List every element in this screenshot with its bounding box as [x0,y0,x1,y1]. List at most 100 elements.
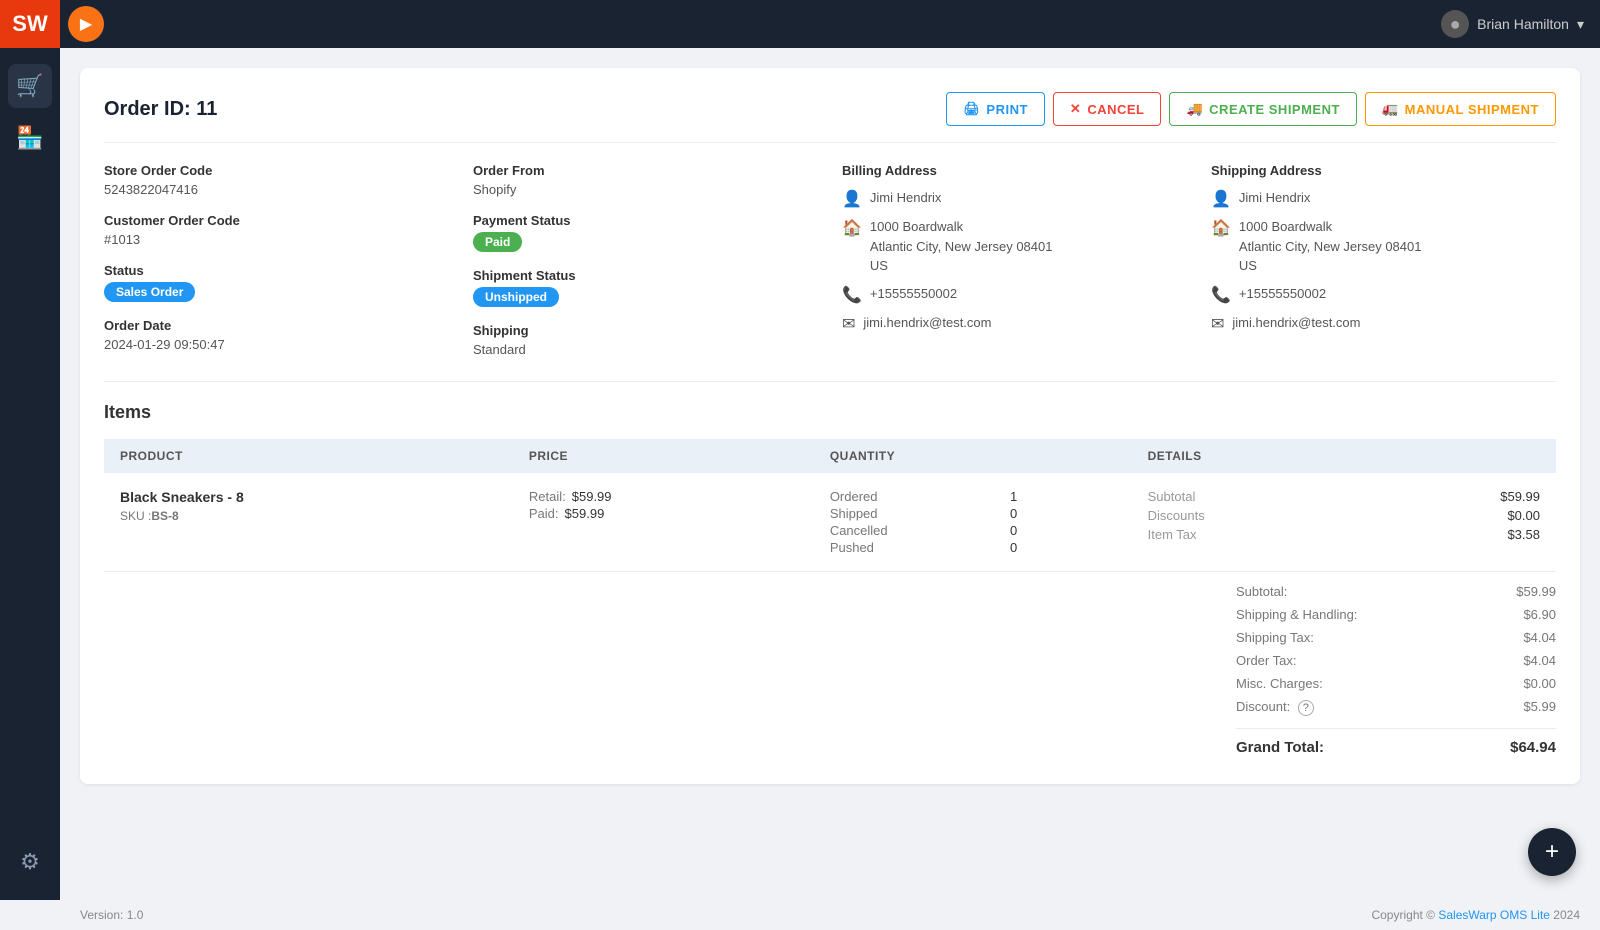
sidebar-item-orders[interactable]: 🛒 [8,64,52,108]
discount-help-icon[interactable]: ? [1298,700,1314,716]
create-shipment-icon: 🚚 [1186,101,1203,117]
print-button[interactable]: 🖨 PRINT [946,92,1045,126]
manual-shipment-button[interactable]: 🚛 MANUAL SHIPMENT [1365,92,1556,126]
section-divider [104,381,1556,382]
manual-shipment-label: MANUAL SHIPMENT [1405,102,1539,117]
col-quantity: QUANTITY [814,439,1132,473]
shipping-value: Standard [473,342,818,357]
item-tax-value: $3.58 [1507,527,1540,542]
paid-label: Paid: [529,506,559,521]
ordered-label: Ordered [830,489,986,504]
user-menu[interactable]: ● Brian Hamilton ▾ [1441,10,1584,38]
items-section: Items PRODUCT PRICE QUANTITY DETAILS Bla… [104,402,1556,760]
grand-total-value: $64.94 [1510,739,1556,756]
store-icon: 🏪 [16,125,43,151]
cancel-button[interactable]: ✕ CANCEL [1053,92,1162,126]
fab-icon: + [1545,838,1559,866]
order-from-value: Shopify [473,182,818,197]
product-name: Black Sneakers - 8 [120,489,497,505]
navbar-left: SW ▶ [0,0,104,48]
product-cell: Black Sneakers - 8 SKU :BS-8 [104,473,513,572]
user-chevron-icon: ▾ [1577,16,1584,33]
footer: Version: 1.0 Copyright © SalesWarp OMS L… [60,900,1600,930]
totals-order-tax-value: $4.04 [1523,653,1556,668]
price-cell: Retail: $59.99 Paid: $59.99 [513,473,814,572]
shipping-email-icon: ✉ [1211,314,1224,334]
totals-order-tax-label: Order Tax: [1236,653,1296,668]
sidebar-toggle[interactable]: ▶ [68,6,104,42]
ordered-value: 1 [1010,489,1116,504]
items-table-header: PRODUCT PRICE QUANTITY DETAILS [104,439,1556,473]
sidebar-item-settings[interactable]: ⚙ [8,840,52,884]
subtotal-value: $59.99 [1500,489,1540,504]
totals-discount-value: $5.99 [1523,699,1556,716]
copyright-text: Copyright © SalesWarp OMS Lite 2024 [1371,908,1580,922]
totals-subtotal-label: Subtotal: [1236,584,1287,599]
logo-text: SW [12,11,47,37]
shipping-address-section: Shipping Address 👤 Jimi Hendrix 🏠 1000 B… [1211,163,1556,357]
totals-discount-row: Discount: ? $5.99 [1236,695,1556,720]
totals-subtotal-row: Subtotal: $59.99 [1236,580,1556,603]
fab-button[interactable]: + [1528,828,1576,876]
discounts-value: $0.00 [1507,508,1540,523]
billing-city-state: Atlantic City, New Jersey 08401 [870,237,1053,257]
main-content: Order ID: 11 🖨 PRINT ✕ CANCEL 🚚 CREATE S… [60,48,1600,900]
shipping-street: 1000 Boardwalk [1239,217,1422,237]
totals-order-tax-row: Order Tax: $4.04 [1236,649,1556,672]
shipping-phone-icon: 📞 [1211,285,1231,305]
shipped-value: 0 [1010,506,1116,521]
order-col-2: Order From Shopify Payment Status Paid S… [473,163,818,357]
payment-status-label: Payment Status [473,213,818,228]
totals-discount-label: Discount: ? [1236,699,1314,716]
create-shipment-button[interactable]: 🚚 CREATE SHIPMENT [1169,92,1356,126]
billing-address-label: Billing Address [842,163,1187,178]
manual-shipment-icon: 🚛 [1382,101,1399,117]
order-actions: 🖨 PRINT ✕ CANCEL 🚚 CREATE SHIPMENT 🚛 MAN… [946,92,1556,126]
cancel-icon: ✕ [1070,101,1081,117]
totals-shipping-tax-label: Shipping Tax: [1236,630,1314,645]
shipping-country: US [1239,256,1422,276]
billing-email-icon: ✉ [842,314,855,334]
billing-address-section: Billing Address 👤 Jimi Hendrix 🏠 1000 Bo… [842,163,1187,357]
cancel-label: CANCEL [1087,102,1144,117]
order-title: Order ID: 11 [104,98,217,121]
order-card: Order ID: 11 🖨 PRINT ✕ CANCEL 🚚 CREATE S… [80,68,1580,784]
sidebar-item-store[interactable]: 🏪 [8,116,52,160]
customer-order-code-label: Customer Order Code [104,213,449,228]
pushed-label: Pushed [830,540,986,555]
totals-misc-value: $0.00 [1523,676,1556,691]
billing-phone: +15555550002 [870,284,957,304]
subtotal-label: Subtotal [1148,489,1196,504]
order-date-label: Order Date [104,318,449,333]
shipment-status-label: Shipment Status [473,268,818,283]
table-row: Black Sneakers - 8 SKU :BS-8 Retail: $59… [104,473,1556,572]
billing-street: 1000 Boardwalk [870,217,1053,237]
customer-order-code-value: #1013 [104,232,449,247]
discounts-label: Discounts [1148,508,1205,523]
shipping-label: Shipping [473,323,818,338]
order-date-value: 2024-01-29 09:50:47 [104,337,449,352]
user-name: Brian Hamilton [1477,16,1569,32]
app-logo: SW [0,0,60,48]
payment-status-badge: Paid [473,232,522,252]
col-price: PRICE [513,439,814,473]
totals-shipping-tax-row: Shipping Tax: $4.04 [1236,626,1556,649]
totals-shipping-value: $6.90 [1523,607,1556,622]
billing-email: jimi.hendrix@test.com [863,313,991,333]
items-title: Items [104,402,1556,423]
navbar: SW ▶ ● Brian Hamilton ▾ [0,0,1600,48]
order-col-1: Store Order Code 5243822047416 Customer … [104,163,449,357]
billing-home-icon: 🏠 [842,218,862,238]
store-order-code-label: Store Order Code [104,163,449,178]
status-badge: Sales Order [104,282,195,302]
copyright-link[interactable]: SalesWarp OMS Lite [1438,908,1550,922]
order-from-label: Order From [473,163,818,178]
settings-icon: ⚙ [20,849,40,875]
order-details-grid: Store Order Code 5243822047416 Customer … [104,163,1556,357]
shipping-home-icon: 🏠 [1211,218,1231,238]
cancelled-label: Cancelled [830,523,986,538]
grand-total-label: Grand Total: [1236,739,1324,756]
items-table-body: Black Sneakers - 8 SKU :BS-8 Retail: $59… [104,473,1556,572]
shipping-email: jimi.hendrix@test.com [1232,313,1360,333]
totals-shipping-row: Shipping & Handling: $6.90 [1236,603,1556,626]
